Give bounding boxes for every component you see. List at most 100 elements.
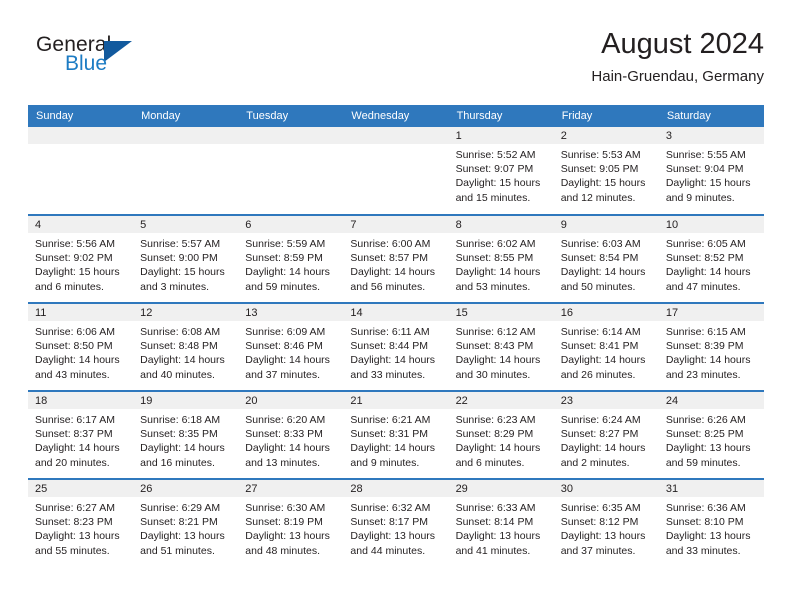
weekday-header-row: Sunday Monday Tuesday Wednesday Thursday… <box>28 105 764 127</box>
daylight-duration-line1: Daylight: 14 hours <box>350 266 436 279</box>
calendar-day-cell[interactable]: 15 Sunrise: 6:12 AM Sunset: 8:43 PM Dayligh… <box>448 302 554 391</box>
calendar-day-cell[interactable]: 25 Sunrise: 6:27 AM Sunset: 8:23 PM Dayligh… <box>28 478 134 567</box>
calendar-week-row: 1 Sunrise: 5:52 AM Sunset: 9:07 PM Daylight… <box>28 127 764 215</box>
sunset-time: Sunset: 8:12 PM <box>560 516 639 529</box>
sunset-time: Sunset: 8:23 PM <box>35 516 113 529</box>
calendar-day-cell[interactable]: 5 Sunrise: 5:57 AM Sunset: 9:00 PM Daylight… <box>133 214 239 303</box>
sunrise-time: Sunrise: 6:08 AM <box>140 326 221 338</box>
calendar-page: General Blue August 2024 Hain-Gruendau, … <box>0 0 792 612</box>
calendar-week-row: 18 Sunrise: 6:17 AM Sunset: 8:37 PM Dayligh… <box>28 390 764 479</box>
daylight-duration-line1: Daylight: 14 hours <box>35 354 120 367</box>
calendar-day-cell[interactable]: 3 Sunrise: 5:55 AM Sunset: 9:04 PM Daylight… <box>658 127 764 215</box>
weekday-header-friday: Friday <box>553 105 659 127</box>
day-details: Sunrise: 6:06 AM Sunset: 8:50 PM Daylight:… <box>28 321 133 382</box>
sunrise-time: Sunrise: 5:52 AM <box>455 149 536 161</box>
calendar-day-cell[interactable]: 9 Sunrise: 6:03 AM Sunset: 8:54 PM Daylight… <box>553 214 659 303</box>
calendar-day-cell[interactable]: 31 Sunrise: 6:36 AM Sunset: 8:10 PM Dayligh… <box>658 478 764 567</box>
day-cell-content: 26 Sunrise: 6:29 AM Sunset: 8:21 PM Dayligh… <box>133 480 239 567</box>
day-details: Sunrise: 6:20 AM Sunset: 8:33 PM Daylight:… <box>238 409 343 470</box>
day-number: 20 <box>238 392 344 409</box>
calendar-day-cell[interactable]: 24 Sunrise: 6:26 AM Sunset: 8:25 PM Dayligh… <box>658 390 764 479</box>
daylight-duration-line2: and 59 minutes. <box>665 456 741 469</box>
day-number: 27 <box>238 480 344 497</box>
calendar-day-cell[interactable]: 2 Sunrise: 5:53 AM Sunset: 9:05 PM Daylight… <box>553 127 659 215</box>
day-details: Sunrise: 6:08 AM Sunset: 8:48 PM Daylight:… <box>133 321 238 382</box>
daylight-duration-line2: and 6 minutes. <box>455 456 525 469</box>
calendar-day-cell[interactable]: 28 Sunrise: 6:32 AM Sunset: 8:17 PM Dayligh… <box>343 478 449 567</box>
day-cell-content <box>133 127 239 214</box>
calendar-day-cell[interactable]: 8 Sunrise: 6:02 AM Sunset: 8:55 PM Daylight… <box>448 214 554 303</box>
calendar-day-cell[interactable]: 19 Sunrise: 6:18 AM Sunset: 8:35 PM Dayligh… <box>133 390 239 479</box>
calendar-day-cell[interactable]: 10 Sunrise: 6:05 AM Sunset: 8:52 PM Dayligh… <box>658 214 764 303</box>
daylight-duration-line1: Daylight: 15 hours <box>560 177 646 190</box>
calendar-day-cell[interactable]: 22 Sunrise: 6:23 AM Sunset: 8:29 PM Dayligh… <box>448 390 554 479</box>
page-header: General Blue August 2024 Hain-Gruendau, … <box>28 26 764 98</box>
calendar-week-row: 11 Sunrise: 6:06 AM Sunset: 8:50 PM Dayligh… <box>28 302 764 391</box>
day-number: 4 <box>28 216 134 233</box>
calendar-day-cell[interactable]: 17 Sunrise: 6:15 AM Sunset: 8:39 PM Dayligh… <box>658 302 764 391</box>
day-details: Sunrise: 6:35 AM Sunset: 8:12 PM Daylight:… <box>554 497 659 558</box>
calendar-day-cell[interactable]: 21 Sunrise: 6:21 AM Sunset: 8:31 PM Dayligh… <box>343 390 449 479</box>
day-cell-content: 5 Sunrise: 5:57 AM Sunset: 9:00 PM Daylight… <box>133 216 239 302</box>
daylight-duration-line1: Daylight: 13 hours <box>560 530 646 543</box>
daylight-duration-line1: Daylight: 15 hours <box>35 266 120 279</box>
day-details: Sunrise: 6:02 AM Sunset: 8:55 PM Daylight:… <box>449 233 554 294</box>
sunset-time: Sunset: 8:27 PM <box>560 428 639 441</box>
day-number: 22 <box>448 392 554 409</box>
day-details: Sunrise: 6:17 AM Sunset: 8:37 PM Daylight:… <box>28 409 133 470</box>
page-subtitle-location: Hain-Gruendau, Germany <box>591 68 764 85</box>
calendar-day-cell[interactable]: 18 Sunrise: 6:17 AM Sunset: 8:37 PM Dayligh… <box>28 390 134 479</box>
sunrise-time: Sunrise: 6:17 AM <box>35 414 115 426</box>
daylight-duration-line2: and 9 minutes. <box>350 456 420 469</box>
sunrise-time: Sunrise: 6:05 AM <box>665 238 746 250</box>
calendar-day-cell[interactable]: 30 Sunrise: 6:35 AM Sunset: 8:12 PM Dayligh… <box>553 478 659 567</box>
calendar-day-cell[interactable]: 13 Sunrise: 6:09 AM Sunset: 8:46 PM Dayligh… <box>238 302 344 391</box>
sunrise-time: Sunrise: 6:21 AM <box>350 414 431 426</box>
calendar-day-cell[interactable]: 4 Sunrise: 5:56 AM Sunset: 9:02 PM Daylight… <box>28 214 134 303</box>
calendar-day-cell[interactable]: 16 Sunrise: 6:14 AM Sunset: 8:41 PM Dayligh… <box>553 302 659 391</box>
calendar-day-cell[interactable]: 12 Sunrise: 6:08 AM Sunset: 8:48 PM Dayligh… <box>133 302 239 391</box>
day-details: Sunrise: 6:26 AM Sunset: 8:25 PM Daylight:… <box>659 409 764 470</box>
daylight-duration-line2: and 41 minutes. <box>455 544 531 557</box>
daylight-duration-line1: Daylight: 15 hours <box>455 177 541 190</box>
calendar-day-cell[interactable]: 11 Sunrise: 6:06 AM Sunset: 8:50 PM Dayligh… <box>28 302 134 391</box>
calendar-day-cell[interactable]: 14 Sunrise: 6:11 AM Sunset: 8:44 PM Dayligh… <box>343 302 449 391</box>
general-blue-logo[interactable]: General Blue <box>36 34 156 86</box>
day-cell-content <box>28 127 134 214</box>
sunrise-time: Sunrise: 6:20 AM <box>245 414 326 426</box>
sunrise-time: Sunrise: 6:14 AM <box>560 326 641 338</box>
weekday-header-thursday: Thursday <box>448 105 554 127</box>
day-cell-content: 3 Sunrise: 5:55 AM Sunset: 9:04 PM Daylight… <box>658 127 764 214</box>
daylight-duration-line2: and 53 minutes. <box>455 280 531 293</box>
sunrise-time: Sunrise: 6:30 AM <box>245 502 326 514</box>
day-details: Sunrise: 6:18 AM Sunset: 8:35 PM Daylight:… <box>133 409 238 470</box>
daylight-duration-line1: Daylight: 14 hours <box>665 266 751 279</box>
calendar-day-cell[interactable]: 23 Sunrise: 6:24 AM Sunset: 8:27 PM Dayligh… <box>553 390 659 479</box>
day-number: 30 <box>553 480 659 497</box>
day-cell-content: 17 Sunrise: 6:15 AM Sunset: 8:39 PM Dayligh… <box>658 304 764 390</box>
daylight-duration-line2: and 37 minutes. <box>560 544 636 557</box>
day-number <box>133 127 239 144</box>
day-details: Sunrise: 5:55 AM Sunset: 9:04 PM Daylight:… <box>659 144 764 205</box>
calendar-day-cell[interactable]: 6 Sunrise: 5:59 AM Sunset: 8:59 PM Daylight… <box>238 214 344 303</box>
calendar-day-cell[interactable]: 27 Sunrise: 6:30 AM Sunset: 8:19 PM Dayligh… <box>238 478 344 567</box>
calendar-day-cell[interactable]: 7 Sunrise: 6:00 AM Sunset: 8:57 PM Daylight… <box>343 214 449 303</box>
sunrise-time: Sunrise: 6:26 AM <box>665 414 746 426</box>
daylight-duration-line1: Daylight: 14 hours <box>245 442 330 455</box>
day-details: Sunrise: 6:15 AM Sunset: 8:39 PM Daylight:… <box>659 321 764 382</box>
sunrise-time: Sunrise: 6:32 AM <box>350 502 431 514</box>
day-details: Sunrise: 5:56 AM Sunset: 9:02 PM Daylight:… <box>28 233 133 294</box>
day-number: 21 <box>343 392 449 409</box>
daylight-duration-line1: Daylight: 14 hours <box>350 442 436 455</box>
calendar-day-cell[interactable]: 20 Sunrise: 6:20 AM Sunset: 8:33 PM Dayligh… <box>238 390 344 479</box>
calendar-day-cell[interactable]: 1 Sunrise: 5:52 AM Sunset: 9:07 PM Daylight… <box>448 127 554 215</box>
day-number <box>28 127 134 144</box>
day-number <box>238 127 344 144</box>
day-number: 24 <box>658 392 764 409</box>
calendar-day-cell[interactable]: 26 Sunrise: 6:29 AM Sunset: 8:21 PM Dayligh… <box>133 478 239 567</box>
calendar-day-cell[interactable]: 29 Sunrise: 6:33 AM Sunset: 8:14 PM Dayligh… <box>448 478 554 567</box>
daylight-duration-line1: Daylight: 13 hours <box>350 530 436 543</box>
sunrise-time: Sunrise: 6:00 AM <box>350 238 431 250</box>
day-cell-content: 30 Sunrise: 6:35 AM Sunset: 8:12 PM Dayligh… <box>553 480 659 567</box>
sunset-time: Sunset: 8:39 PM <box>665 340 744 353</box>
